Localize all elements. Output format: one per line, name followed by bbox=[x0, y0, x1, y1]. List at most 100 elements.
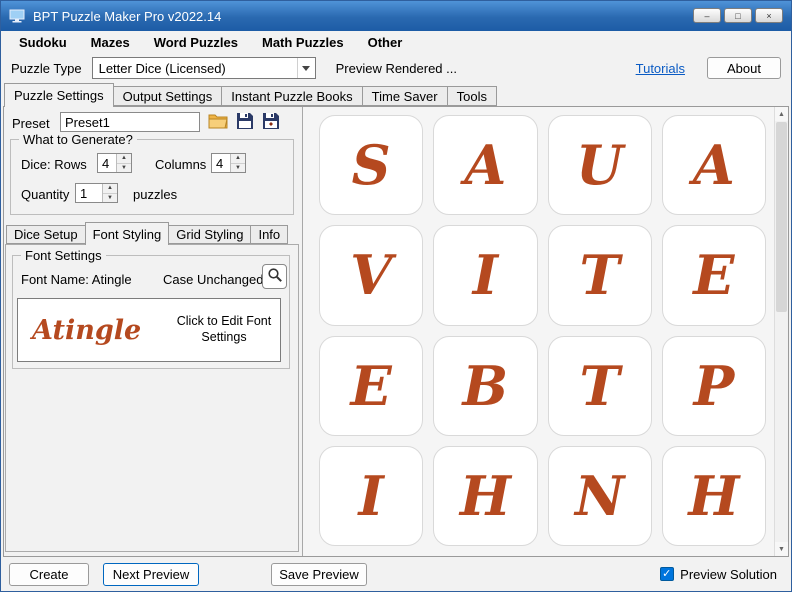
dice-letter: B bbox=[463, 354, 509, 418]
dice-tile: N bbox=[548, 446, 652, 546]
dice-letter: E bbox=[351, 354, 392, 418]
close-button[interactable]: × bbox=[755, 8, 783, 23]
arrow-up-icon[interactable]: ▲ bbox=[103, 184, 117, 194]
rows-stepper[interactable]: ▲ ▼ bbox=[97, 153, 132, 173]
columns-stepper[interactable]: ▲ ▼ bbox=[211, 153, 246, 173]
menu-item-word-puzzles[interactable]: Word Puzzles bbox=[142, 32, 250, 53]
save-icon bbox=[236, 112, 254, 133]
footer-bar: Create Next Preview Save Preview ✓ Previ… bbox=[1, 557, 791, 591]
dice-letter: V bbox=[350, 243, 392, 307]
arrow-up-icon[interactable]: ▲ bbox=[231, 154, 245, 164]
quantity-stepper[interactable]: ▲ ▼ bbox=[75, 183, 118, 203]
preview-rendered-status: Preview Rendered ... bbox=[336, 61, 457, 76]
app-window: BPT Puzzle Maker Pro v2022.14 – □ × Sudo… bbox=[0, 0, 792, 592]
preset-label: Preset bbox=[12, 116, 50, 131]
search-icon bbox=[267, 267, 283, 286]
tab-output-settings[interactable]: Output Settings bbox=[113, 86, 223, 106]
quantity-input[interactable] bbox=[76, 184, 102, 202]
menu-item-other[interactable]: Other bbox=[356, 32, 415, 53]
settings-panel: Preset bbox=[4, 107, 302, 556]
dice-tile: S bbox=[319, 115, 423, 215]
dice-tile: T bbox=[548, 225, 652, 325]
stepper-arrows: ▲ ▼ bbox=[102, 184, 117, 202]
font-settings-title: Font Settings bbox=[21, 248, 106, 263]
scrollbar-thumb[interactable] bbox=[776, 122, 787, 312]
preset-input[interactable] bbox=[60, 112, 200, 132]
save-preset-as-button[interactable] bbox=[259, 111, 283, 133]
stepper-arrows: ▲ ▼ bbox=[116, 154, 131, 172]
next-preview-button[interactable]: Next Preview bbox=[103, 563, 199, 586]
columns-label: Columns bbox=[155, 157, 206, 172]
dice-letter: N bbox=[575, 464, 624, 528]
menu-bar: Sudoku Mazes Word Puzzles Math Puzzles O… bbox=[1, 31, 791, 53]
dice-letter: P bbox=[694, 354, 735, 418]
dice-letter: I bbox=[473, 243, 498, 307]
folder-icon bbox=[208, 113, 228, 132]
columns-input[interactable] bbox=[212, 154, 230, 172]
maximize-button[interactable]: □ bbox=[724, 8, 752, 23]
puzzles-suffix-label: puzzles bbox=[133, 187, 177, 202]
dice-tile: H bbox=[662, 446, 766, 546]
dice-tile: H bbox=[433, 446, 537, 546]
dice-letter: I bbox=[358, 464, 383, 528]
puzzle-type-label: Puzzle Type bbox=[11, 61, 82, 76]
tutorials-link[interactable]: Tutorials bbox=[636, 61, 685, 76]
dice-tile: V bbox=[319, 225, 423, 325]
chevron-down-icon bbox=[297, 58, 315, 78]
app-icon bbox=[9, 9, 25, 23]
dice-tile: I bbox=[319, 446, 423, 546]
font-settings-group: Font Settings Font Name: Atingle Case Un… bbox=[12, 255, 290, 369]
font-search-button[interactable] bbox=[262, 264, 287, 289]
scroll-down-icon[interactable]: ▼ bbox=[775, 542, 788, 556]
puzzle-type-row: Puzzle Type Letter Dice (Licensed) Previ… bbox=[1, 53, 791, 83]
dice-letter: A bbox=[464, 133, 506, 197]
preview-scrollbar[interactable]: ▲ ▼ bbox=[774, 107, 788, 556]
dice-tile: I bbox=[433, 225, 537, 325]
main-tab-strip: Puzzle Settings Output Settings Instant … bbox=[4, 83, 496, 107]
rows-input[interactable] bbox=[98, 154, 116, 172]
save-preset-button[interactable] bbox=[233, 111, 257, 133]
sub-tab-strip: Dice Setup Font Styling Grid Styling Inf… bbox=[6, 222, 287, 245]
tab-time-saver[interactable]: Time Saver bbox=[362, 86, 448, 106]
minimize-button[interactable]: – bbox=[693, 8, 721, 23]
dice-rows-label: Dice: Rows bbox=[21, 157, 87, 172]
arrow-down-icon[interactable]: ▼ bbox=[117, 164, 131, 173]
font-sample-box[interactable]: Atingle Click to Edit Font Settings bbox=[17, 298, 281, 362]
menu-item-sudoku[interactable]: Sudoku bbox=[7, 32, 79, 53]
menu-item-math-puzzles[interactable]: Math Puzzles bbox=[250, 32, 356, 53]
main-panel: Preset bbox=[3, 106, 789, 557]
dice-letter: A bbox=[693, 133, 735, 197]
preview-solution-label: Preview Solution bbox=[680, 567, 777, 582]
tab-tools[interactable]: Tools bbox=[447, 86, 497, 106]
puzzle-type-dropdown[interactable]: Letter Dice (Licensed) bbox=[92, 57, 316, 79]
dice-tile: B bbox=[433, 336, 537, 436]
arrow-down-icon[interactable]: ▼ bbox=[103, 194, 117, 203]
menu-item-mazes[interactable]: Mazes bbox=[79, 32, 142, 53]
create-button[interactable]: Create bbox=[9, 563, 89, 586]
dice-tile: A bbox=[433, 115, 537, 215]
dice-letter: T bbox=[580, 354, 620, 418]
tab-font-styling[interactable]: Font Styling bbox=[85, 222, 170, 245]
case-label: Case Unchanged bbox=[163, 272, 263, 287]
arrow-up-icon[interactable]: ▲ bbox=[117, 154, 131, 164]
open-preset-button[interactable] bbox=[206, 111, 230, 133]
tab-dice-setup[interactable]: Dice Setup bbox=[6, 225, 86, 244]
tab-puzzle-settings[interactable]: Puzzle Settings bbox=[4, 83, 114, 107]
arrow-down-icon[interactable]: ▼ bbox=[231, 164, 245, 173]
dice-tile: A bbox=[662, 115, 766, 215]
puzzle-type-value: Letter Dice (Licensed) bbox=[93, 61, 297, 76]
save-preview-button[interactable]: Save Preview bbox=[271, 563, 367, 586]
save-as-icon bbox=[262, 112, 280, 133]
dice-tile: T bbox=[548, 336, 652, 436]
preview-solution-checkbox[interactable]: ✓ bbox=[660, 567, 674, 581]
dice-letter: S bbox=[352, 133, 391, 197]
tab-info[interactable]: Info bbox=[250, 225, 288, 244]
quantity-label: Quantity bbox=[21, 187, 69, 202]
tab-instant-puzzle-books[interactable]: Instant Puzzle Books bbox=[221, 86, 362, 106]
scroll-up-icon[interactable]: ▲ bbox=[775, 107, 788, 121]
about-button[interactable]: About bbox=[707, 57, 781, 79]
dice-tile: E bbox=[319, 336, 423, 436]
dice-grid: S A U A V I T E E B T P I H N H bbox=[319, 115, 766, 546]
tab-grid-styling[interactable]: Grid Styling bbox=[168, 225, 251, 244]
dice-tile: P bbox=[662, 336, 766, 436]
